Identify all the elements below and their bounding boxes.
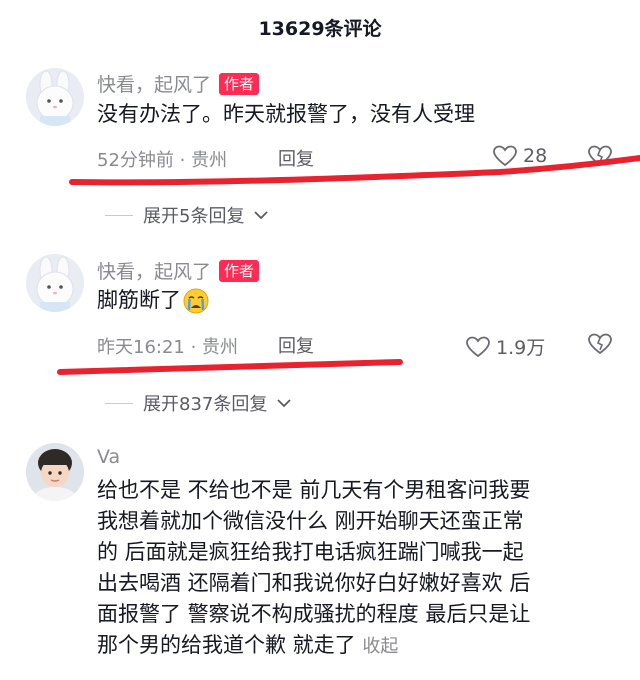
divider-line [105,214,133,216]
avatar-bunny[interactable] [26,254,84,312]
collapse-button[interactable]: 收起 [362,636,398,657]
expand-replies-1[interactable]: 展开5条回复 [105,202,269,228]
reply-button[interactable]: 回复 [278,145,314,171]
comment-2-meta: 昨天16:21 · 贵州 [97,337,239,358]
comment-3-line: 给也不是 不给也不是 前几天有个男租客问我要 [97,478,531,502]
avatar-bunny[interactable] [26,68,84,126]
heart-outline-icon [466,336,490,357]
chevron-down-icon [277,399,291,408]
comment-1-text: 没有办法了。昨天就报警了，没有人受理 [97,102,475,126]
comment-2-text-content: 脚筋断了 [97,288,181,312]
like-count: 1.9万 [496,337,546,359]
heart-outline-icon [493,145,517,167]
comment-3-last-line: 那个男的给我道个歉 就走了 收起 [97,630,530,662]
like-button[interactable]: 1.9万 [466,333,545,360]
chevron-down-icon [254,211,269,220]
username[interactable]: 快看，起风了 [97,70,211,97]
username[interactable]: Va [97,446,120,468]
expand-replies-2[interactable]: 展开837条回复 [105,390,291,416]
comment-count-title: 13629条评论 [258,18,382,40]
dislike-heart-icon [588,333,612,355]
comment-2-text: 脚筋断了 [97,285,209,316]
author-badge: 作者 [219,259,260,282]
dislike-button[interactable] [588,145,612,171]
comment-3-line: 面报警了 警察说不构成骚扰的程度 最后只是让 [97,602,531,626]
crying-face-icon [183,288,209,313]
comment-3-line: 的 后面就是疯狂给我打电话疯狂踹门喊我一起 [97,540,524,564]
comment-3-text: 给也不是 不给也不是 前几天有个男租客问我要 我想着就加个微信没什么 刚开始聊天… [97,475,530,662]
dislike-heart-icon [588,145,612,167]
comment-3-line: 那个男的给我道个歉 就走了 [97,633,356,657]
comment-2-header: 快看，起风了 作者 [97,257,260,284]
comment-3-line: 出去喝酒 还隔着门和我说你好白好嫩好喜欢 后 [97,571,531,595]
avatar-child[interactable] [26,443,84,501]
dislike-button[interactable] [588,333,612,359]
like-button[interactable]: 28 [493,145,547,167]
comment-1-meta: 52分钟前 · 贵州 [97,150,228,171]
divider-line [105,402,133,404]
expand-label: 展开5条回复 [143,206,245,227]
expand-label: 展开837条回复 [143,394,268,415]
reply-button[interactable]: 回复 [278,332,314,358]
username[interactable]: 快看，起风了 [97,257,211,284]
comment-3-line: 我想着就加个微信没什么 刚开始聊天还蛮正常 [97,509,524,533]
comment-1-header: 快看，起风了 作者 [97,70,260,97]
author-badge: 作者 [219,72,260,95]
like-count: 28 [523,145,548,167]
